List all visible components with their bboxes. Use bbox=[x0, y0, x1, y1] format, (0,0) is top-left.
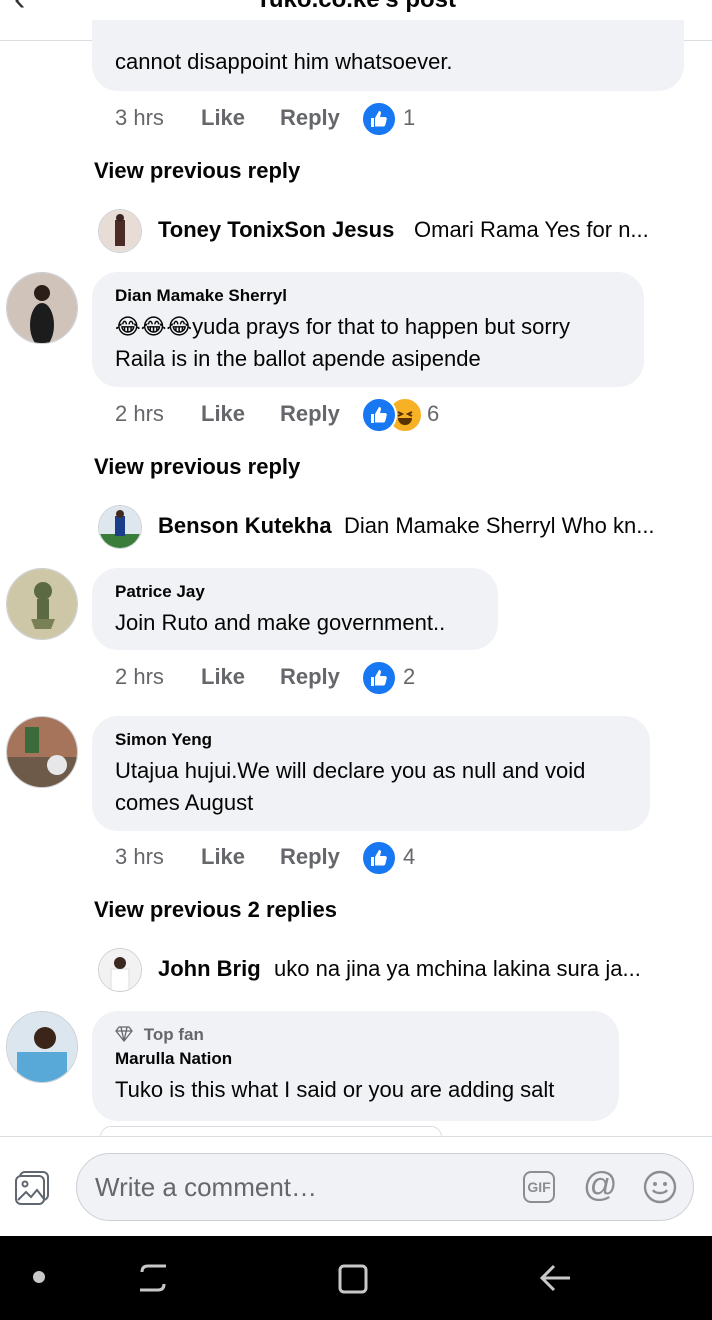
back-icon[interactable] bbox=[538, 1260, 574, 1296]
avatar[interactable] bbox=[6, 716, 78, 788]
view-previous-replies-link[interactable]: View previous reply bbox=[94, 158, 300, 184]
comment-text-line: Join Ruto and make government.. bbox=[115, 610, 446, 635]
like-reaction-icon[interactable] bbox=[361, 101, 397, 137]
photo-icon[interactable] bbox=[14, 1170, 50, 1206]
like-reaction-icon[interactable] bbox=[361, 840, 397, 876]
comment-actions: 2 hrs Like Reply 6 bbox=[115, 397, 515, 433]
reaction-count: 1 bbox=[403, 105, 416, 130]
comment-bubble[interactable]: Dian Mamake Sherryl 😂😂😂yuda prays for th… bbox=[92, 272, 644, 387]
top-fan-badge: Top fan bbox=[115, 1025, 596, 1045]
reply-preview[interactable]: Toney TonixSon Jesus Omari Rama Yes for … bbox=[98, 209, 698, 253]
reply-button[interactable]: Reply bbox=[280, 105, 340, 131]
comment-text-line: Utajua hujui.We will declare you as null… bbox=[115, 758, 586, 783]
comment-actions: 3 hrs Like Reply 1 bbox=[115, 101, 515, 137]
avatar[interactable] bbox=[98, 209, 142, 253]
comment-text-line: Raila is in the ballot apende asipende bbox=[115, 346, 481, 371]
home-icon[interactable] bbox=[336, 1260, 370, 1296]
comment-text: cannot disappoint him whatsoever. bbox=[115, 49, 453, 74]
comment-bubble[interactable]: Simon Yeng Utajua hujui.We will declare … bbox=[92, 716, 650, 831]
like-reaction-icon[interactable] bbox=[361, 660, 397, 696]
reply-button[interactable]: Reply bbox=[280, 844, 340, 870]
view-previous-replies-link[interactable]: View previous 2 replies bbox=[94, 897, 337, 923]
comment-time: 2 hrs bbox=[115, 401, 164, 426]
reply-author[interactable]: Benson Kutekha bbox=[158, 513, 332, 539]
comment-text-line: 😂😂😂yuda prays for that to happen but sor… bbox=[115, 314, 571, 339]
like-button[interactable]: Like bbox=[201, 664, 245, 690]
comment-author[interactable]: Marulla Nation bbox=[115, 1049, 596, 1069]
reply-text: Omari Rama Yes for n... bbox=[414, 217, 649, 242]
emoji-icon[interactable] bbox=[643, 1170, 677, 1204]
reaction-count: 6 bbox=[427, 401, 440, 426]
comment-time: 3 hrs bbox=[115, 105, 164, 130]
comment-time: 3 hrs bbox=[115, 844, 164, 869]
avatar[interactable] bbox=[98, 505, 142, 549]
comment-bubble[interactable]: Patrice Jay Join Ruto and make governmen… bbox=[92, 568, 498, 650]
comment-bubble[interactable]: Top fan Marulla Nation Tuko is this what… bbox=[92, 1011, 619, 1121]
reply-author[interactable]: John Brig bbox=[158, 956, 261, 982]
view-previous-replies-link[interactable]: View previous reply bbox=[94, 454, 300, 480]
like-button[interactable]: Like bbox=[201, 105, 245, 131]
avatar[interactable] bbox=[6, 1011, 78, 1083]
comment-bubble[interactable]: cannot disappoint him whatsoever. bbox=[92, 20, 684, 91]
diamond-icon bbox=[115, 1026, 133, 1043]
avatar[interactable] bbox=[6, 272, 78, 344]
page-title: Tuko.co.ke's post bbox=[0, 0, 712, 14]
comment-author[interactable]: Simon Yeng bbox=[115, 730, 627, 750]
like-button[interactable]: Like bbox=[201, 844, 245, 870]
reply-preview[interactable]: Benson Kutekha Dian Mamake Sherryl Who k… bbox=[98, 505, 698, 549]
system-navigation-bar bbox=[0, 1236, 712, 1320]
badge-label: Top fan bbox=[143, 1025, 204, 1044]
reply-button[interactable]: Reply bbox=[280, 401, 340, 427]
comment-placeholder: Write a comment… bbox=[95, 1172, 318, 1202]
reply-text: uko na jina ya mchina lakina sura ja... bbox=[274, 956, 641, 981]
comment-text-line: comes August bbox=[115, 790, 254, 815]
assistant-dot-icon[interactable] bbox=[33, 1271, 45, 1283]
gif-icon[interactable]: GIF bbox=[523, 1171, 555, 1203]
reaction-count: 2 bbox=[403, 664, 416, 689]
reaction-count: 4 bbox=[403, 844, 416, 869]
comment-actions: 3 hrs Like Reply 4 bbox=[115, 840, 515, 876]
mention-icon[interactable]: @ bbox=[583, 1166, 618, 1205]
comment-actions: 2 hrs Like Reply 2 bbox=[115, 660, 515, 696]
like-button[interactable]: Like bbox=[201, 401, 245, 427]
reply-preview[interactable]: John Brig uko na jina ya mchina lakina s… bbox=[98, 948, 698, 992]
comment-text-line: Tuko is this what I said or you are addi… bbox=[115, 1077, 555, 1102]
comment-time: 2 hrs bbox=[115, 664, 164, 689]
comment-author[interactable]: Patrice Jay bbox=[115, 582, 475, 602]
recents-icon[interactable] bbox=[136, 1260, 170, 1296]
comment-input[interactable]: Write a comment… GIF @ bbox=[76, 1153, 694, 1221]
like-reaction-icon[interactable] bbox=[361, 397, 397, 433]
reply-author[interactable]: Toney TonixSon Jesus bbox=[158, 217, 394, 243]
comment-composer: Write a comment… GIF @ bbox=[0, 1136, 712, 1237]
reply-button[interactable]: Reply bbox=[280, 664, 340, 690]
avatar[interactable] bbox=[98, 948, 142, 992]
reply-text: Dian Mamake Sherryl Who kn... bbox=[344, 513, 655, 538]
comment-author[interactable]: Dian Mamake Sherryl bbox=[115, 286, 621, 306]
avatar[interactable] bbox=[6, 568, 78, 640]
